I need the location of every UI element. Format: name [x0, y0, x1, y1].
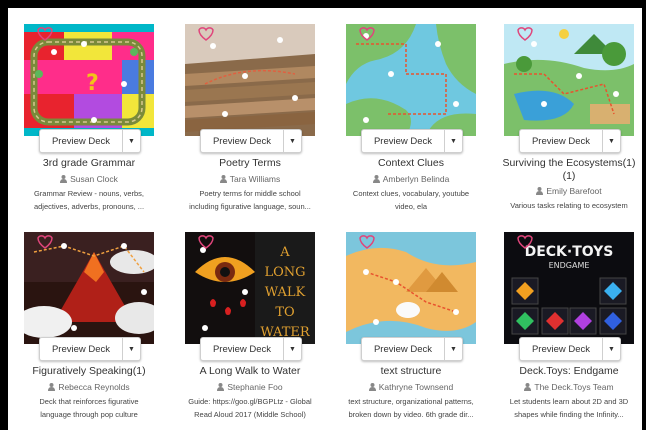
deck-title[interactable]: Poetry Terms: [175, 157, 325, 170]
deck-author[interactable]: Rebecca Reynolds: [14, 382, 164, 393]
desc-line-1: Poetry terms for middle school: [199, 189, 301, 198]
preview-deck-button[interactable]: Preview Deck ▼: [39, 129, 141, 153]
deck-title[interactable]: 3rd grade Grammar: [14, 157, 164, 170]
desc-line-1: Let students learn about 2D and 3D: [509, 397, 629, 406]
user-icon: [60, 175, 68, 183]
deck-thumbnail[interactable]: [504, 24, 634, 136]
deck-description: Poetry terms for middle school including…: [175, 187, 325, 213]
svg-text:?: ?: [86, 71, 99, 96]
chevron-down-icon[interactable]: ▼: [283, 338, 301, 360]
author-name[interactable]: Tara Williams: [230, 174, 281, 184]
preview-deck-label[interactable]: Preview Deck: [520, 130, 602, 152]
deck-title[interactable]: Context Clues: [336, 157, 486, 170]
desc-line-2: shapes while finding the Infinity...: [514, 410, 624, 419]
desc-line-1: Grammar Review - nouns, verbs,: [33, 189, 145, 198]
desc-line-2: language through pop culture: [40, 410, 138, 419]
endgame-logo-text: DECK·TOYS: [525, 244, 614, 260]
desc-line-2: adjectives, adverbs, pronouns, ...: [33, 202, 145, 211]
user-icon: [368, 383, 376, 391]
chevron-down-icon[interactable]: ▼: [122, 338, 140, 360]
chevron-down-icon[interactable]: ▼: [444, 130, 462, 152]
preview-deck-button[interactable]: Preview Deck ▼: [39, 337, 141, 361]
author-name[interactable]: The Deck.Toys Team: [534, 382, 613, 392]
preview-deck-button[interactable]: Preview Deck ▼: [519, 129, 621, 153]
chevron-down-icon[interactable]: ▼: [283, 130, 301, 152]
desc-line-2: including figurative language, soun...: [189, 202, 311, 211]
deck-description: Various tasks relating to ecosystem: [494, 199, 642, 212]
author-name[interactable]: Susan Clock: [70, 174, 118, 184]
deck-thumbnail[interactable]: [185, 24, 315, 136]
deck-description: Context clues, vocabulary, youtube video…: [336, 187, 486, 213]
deck-library-grid: ? Preview Deck ▼ 3rd grade Grammar Susan…: [8, 8, 642, 430]
deck-author[interactable]: The Deck.Toys Team: [494, 382, 642, 393]
deck-author[interactable]: Emily Barefoot: [494, 186, 642, 197]
desc-line-1: Guide: https://goo.gl/BGPLtz - Global: [188, 397, 312, 406]
chevron-down-icon[interactable]: ▼: [602, 130, 620, 152]
deck-title-line-2[interactable]: (1): [494, 170, 642, 183]
user-icon: [372, 175, 380, 183]
deck-title[interactable]: text structure: [336, 365, 486, 378]
desc-line-1: Various tasks relating to ecosystem: [510, 201, 628, 210]
deck-thumbnail[interactable]: DECK·TOYS ENDGAME: [504, 232, 634, 344]
preview-deck-label[interactable]: Preview Deck: [40, 130, 122, 152]
user-icon: [217, 383, 225, 391]
author-name[interactable]: Amberlyn Belinda: [383, 174, 450, 184]
preview-deck-button[interactable]: Preview Deck ▼: [200, 129, 302, 153]
deck-author[interactable]: Amberlyn Belinda: [336, 174, 486, 185]
deck-description: Let students learn about 2D and 3D shape…: [494, 395, 642, 421]
deck-title[interactable]: Deck.Toys: Endgame: [494, 365, 642, 378]
deck-author[interactable]: Tara Williams: [175, 174, 325, 185]
long-walk-word-3: WALK: [265, 285, 306, 300]
deck-title[interactable]: A Long Walk to Water: [175, 365, 325, 378]
deck-author[interactable]: Stephanie Foo: [175, 382, 325, 393]
deck-title[interactable]: Figuratively Speaking(1): [14, 365, 164, 378]
preview-deck-label[interactable]: Preview Deck: [201, 130, 283, 152]
author-name[interactable]: Kathryne Townsend: [379, 382, 454, 392]
author-name[interactable]: Rebecca Reynolds: [58, 382, 129, 392]
desc-line-1: Deck that reinforces figurative: [39, 397, 139, 406]
preview-deck-button[interactable]: Preview Deck ▼: [200, 337, 302, 361]
user-icon: [524, 383, 532, 391]
desc-line-1: text structure, organizational patterns,: [348, 397, 474, 406]
desc-line-1: Context clues, vocabulary, youtube: [352, 189, 470, 198]
desc-line-2: Read Aloud 2017 (Middle School): [194, 410, 306, 419]
preview-deck-label[interactable]: Preview Deck: [201, 338, 283, 360]
deck-title[interactable]: Surviving the Ecosystems(1): [494, 157, 642, 170]
deck-author[interactable]: Susan Clock: [14, 174, 164, 185]
deck-thumbnail[interactable]: [346, 24, 476, 136]
long-walk-word-4: TO: [275, 305, 294, 320]
preview-deck-label[interactable]: Preview Deck: [40, 338, 122, 360]
long-walk-word-1: A: [279, 245, 290, 260]
preview-deck-label[interactable]: Preview Deck: [362, 130, 444, 152]
deck-description: Grammar Review - nouns, verbs, adjective…: [14, 187, 164, 213]
chevron-down-icon[interactable]: ▼: [444, 338, 462, 360]
deck-author[interactable]: Kathryne Townsend: [336, 382, 486, 393]
deck-description: Deck that reinforces figurative language…: [14, 395, 164, 421]
user-icon: [48, 383, 56, 391]
author-name[interactable]: Emily Barefoot: [546, 186, 601, 196]
preview-deck-label[interactable]: Preview Deck: [520, 338, 602, 360]
user-icon: [219, 175, 227, 183]
author-name[interactable]: Stephanie Foo: [227, 382, 282, 392]
preview-deck-label[interactable]: Preview Deck: [362, 338, 444, 360]
user-icon: [536, 187, 544, 195]
deck-thumbnail[interactable]: [24, 232, 154, 344]
deck-description: text structure, organizational patterns,…: [336, 395, 486, 421]
chevron-down-icon[interactable]: ▼: [122, 130, 140, 152]
preview-deck-button[interactable]: Preview Deck ▼: [361, 129, 463, 153]
preview-deck-button[interactable]: Preview Deck ▼: [361, 337, 463, 361]
endgame-subtitle-text: ENDGAME: [549, 261, 590, 270]
deck-description: Guide: https://goo.gl/BGPLtz - Global Re…: [175, 395, 325, 421]
chevron-down-icon[interactable]: ▼: [602, 338, 620, 360]
long-walk-word-2: LONG: [264, 265, 305, 280]
desc-line-2: broken down by video. 6th grade dir...: [348, 410, 474, 419]
preview-deck-button[interactable]: Preview Deck ▼: [519, 337, 621, 361]
deck-thumbnail[interactable]: [346, 232, 476, 344]
desc-line-2: video, ela: [394, 202, 428, 211]
deck-thumbnail[interactable]: A LONG WALK TO WATER: [185, 232, 315, 344]
deck-thumbnail[interactable]: ?: [24, 24, 154, 136]
